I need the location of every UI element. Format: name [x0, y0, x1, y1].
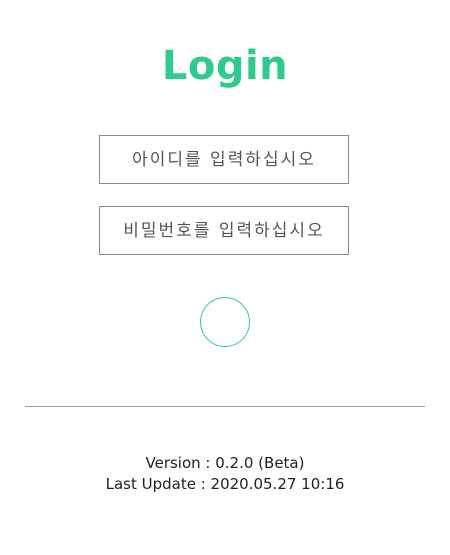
password-field[interactable]	[99, 206, 349, 255]
divider	[25, 406, 425, 407]
password-input[interactable]	[100, 207, 348, 254]
id-field[interactable]	[99, 135, 349, 184]
id-input[interactable]	[100, 136, 348, 183]
version-text: Version : 0.2.0 (Beta)	[145, 454, 305, 472]
page-title: Login	[161, 43, 289, 89]
last-update-text: Last Update : 2020.05.27 10:16	[105, 475, 345, 493]
login-button[interactable]	[200, 297, 250, 347]
